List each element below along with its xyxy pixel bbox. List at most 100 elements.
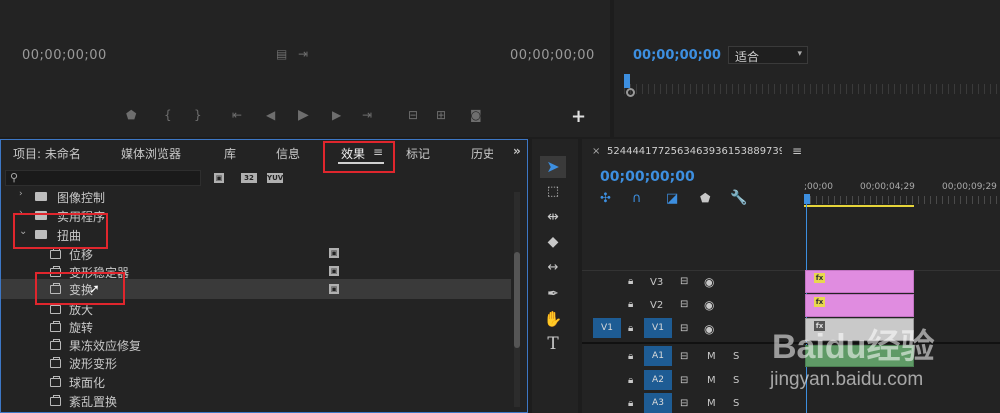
- tree-effect-wave-warp[interactable]: 波形变形: [1, 353, 511, 372]
- effects-scrollbar[interactable]: [514, 192, 520, 407]
- sync-lock-icon[interactable]: ⊟: [680, 351, 688, 362]
- add-button-icon[interactable]: +: [571, 106, 586, 127]
- accelerated-effects-icon[interactable]: ▣: [214, 173, 224, 183]
- sync-lock-icon[interactable]: ⊟: [680, 276, 688, 287]
- effects-panel: 项目: 未命名 媒体浏览器 库 信息 效果 ≡ 标记 历史 » ⚲ ▣ 32 Y…: [0, 139, 528, 413]
- insert-icon[interactable]: ⇥: [298, 47, 308, 61]
- insert-button-icon[interactable]: ⊟: [408, 108, 418, 122]
- mute-button[interactable]: M: [707, 398, 716, 409]
- tab-media-browser[interactable]: 媒体浏览器: [121, 145, 181, 162]
- 32bit-effects-icon[interactable]: 32: [241, 173, 257, 183]
- highlight-distort-folder: [13, 213, 108, 249]
- effect-icon: [50, 395, 61, 406]
- playhead-handle[interactable]: [804, 194, 810, 204]
- hand-tool-icon[interactable]: ✋: [542, 308, 564, 330]
- source-timecode[interactable]: 00;00;00;00: [22, 48, 107, 63]
- program-playhead[interactable]: [624, 74, 630, 88]
- highlight-effects-tab: [323, 141, 395, 173]
- zoom-handle-icon[interactable]: [626, 88, 635, 97]
- yuv-effects-icon[interactable]: YUV: [267, 173, 283, 183]
- track-label-a1[interactable]: A1: [644, 346, 672, 366]
- solo-button[interactable]: S: [733, 375, 739, 386]
- step-back-icon[interactable]: ◀: [266, 108, 275, 122]
- sync-lock-icon[interactable]: ⊟: [680, 323, 688, 334]
- lock-icon[interactable]: 🔒︎: [628, 398, 633, 409]
- mute-button[interactable]: M: [707, 375, 716, 386]
- ruler-label: ;00;00: [804, 182, 833, 192]
- lock-icon[interactable]: 🔒︎: [628, 351, 633, 362]
- clip-v3[interactable]: fx: [805, 270, 914, 293]
- program-timecode[interactable]: 00;00;00;00: [633, 48, 721, 63]
- clip-v2[interactable]: fx: [805, 294, 914, 317]
- track-label-a3[interactable]: A3: [644, 393, 672, 413]
- sync-lock-icon[interactable]: ⊟: [680, 375, 688, 386]
- tree-effect-twirl[interactable]: 旋转: [1, 317, 511, 336]
- sync-lock-icon[interactable]: ⊟: [680, 398, 688, 409]
- play-icon[interactable]: ▶: [298, 107, 309, 123]
- track-label-a2[interactable]: A2: [644, 370, 672, 390]
- wrench-icon[interactable]: 🔧: [730, 190, 747, 206]
- mark-in-icon[interactable]: {: [164, 108, 172, 122]
- snap-icon[interactable]: ✣: [600, 191, 611, 206]
- tree-effect-rolling-shutter[interactable]: 果冻效应修复: [1, 335, 511, 354]
- track-label-v1[interactable]: V1: [644, 318, 672, 338]
- step-forward-icon[interactable]: ▶: [332, 108, 341, 122]
- overflow-chevron-icon[interactable]: »: [513, 144, 521, 158]
- work-area-bar[interactable]: [804, 205, 914, 207]
- tab-project[interactable]: 项目: 未命名: [13, 145, 81, 162]
- ruler-label: 00;00;09;29: [942, 182, 997, 192]
- eye-icon[interactable]: ◉: [704, 275, 714, 289]
- eye-icon[interactable]: ◉: [704, 298, 714, 312]
- close-sequence-icon[interactable]: ×: [592, 146, 600, 157]
- razor-tool-icon[interactable]: ◆: [542, 231, 564, 253]
- lock-icon[interactable]: 🔒︎: [628, 375, 633, 386]
- solo-button[interactable]: S: [733, 351, 739, 362]
- source-patch-v1[interactable]: V1: [593, 318, 621, 338]
- mark-out-icon[interactable]: }: [194, 108, 202, 122]
- effect-icon: [50, 376, 61, 387]
- tree-folder-image-control[interactable]: › 图像控制: [1, 187, 511, 206]
- tree-item-label: 球面化: [69, 376, 106, 390]
- tools-panel: ➤ ⬚ ⇹ ◆ ↔ ✒ ✋ T: [532, 139, 578, 413]
- type-tool-icon[interactable]: T: [542, 333, 564, 355]
- zoom-select[interactable]: 适合 ▾: [728, 46, 808, 64]
- tab-markers[interactable]: 标记: [406, 145, 430, 162]
- effects-search-input[interactable]: ⚲: [5, 170, 201, 186]
- marker-icon[interactable]: ⬟: [700, 191, 710, 205]
- accelerated-badge-icon: ▣: [329, 266, 339, 276]
- ripple-edit-tool-icon[interactable]: ⇹: [542, 206, 564, 228]
- go-to-in-icon[interactable]: ⇤: [232, 108, 242, 122]
- timeline-timecode[interactable]: 00;00;00;00: [600, 169, 695, 185]
- selection-tool-icon[interactable]: ➤: [542, 156, 564, 178]
- lock-icon[interactable]: 🔒︎: [628, 276, 633, 287]
- folder-icon: [35, 192, 47, 201]
- mute-button[interactable]: M: [707, 351, 716, 362]
- ruler-label: 00;00;04;29: [860, 182, 915, 192]
- slip-tool-icon[interactable]: ↔: [542, 257, 564, 279]
- program-ruler[interactable]: [624, 84, 1000, 94]
- tab-history[interactable]: 历史: [471, 145, 493, 162]
- tab-info[interactable]: 信息: [276, 145, 300, 162]
- marker-icon[interactable]: ⬟: [126, 108, 136, 122]
- tab-libraries[interactable]: 库: [224, 145, 236, 162]
- sync-lock-icon[interactable]: ⊟: [680, 299, 688, 310]
- film-icon[interactable]: ▤: [276, 47, 287, 61]
- go-to-out-icon[interactable]: ⇥: [362, 108, 372, 122]
- overwrite-icon[interactable]: ⊞: [436, 108, 446, 122]
- lock-icon[interactable]: 🔒︎: [628, 299, 633, 310]
- linked-selection-icon[interactable]: ∩: [632, 191, 642, 206]
- lock-icon[interactable]: 🔒︎: [628, 323, 633, 334]
- pen-tool-icon[interactable]: ✒: [542, 283, 564, 305]
- scrollbar-thumb[interactable]: [514, 252, 520, 348]
- eye-icon[interactable]: ◉: [704, 322, 714, 336]
- track-label-v2: V2: [650, 300, 664, 311]
- export-frame-icon[interactable]: ◙: [470, 108, 482, 122]
- sequence-tab-label[interactable]: 5244441772563463936153889739590 0: [607, 146, 782, 157]
- timeline-ruler[interactable]: [804, 196, 1000, 204]
- tree-effect-spherize[interactable]: 球面化: [1, 372, 511, 391]
- panel-menu-icon[interactable]: ≡: [792, 144, 802, 158]
- tree-effect-turbulent-displace[interactable]: 紊乱置换: [1, 391, 511, 410]
- track-select-tool-icon[interactable]: ⬚: [542, 181, 564, 203]
- solo-button[interactable]: S: [733, 398, 739, 409]
- add-marker-icon[interactable]: ◪: [666, 191, 678, 206]
